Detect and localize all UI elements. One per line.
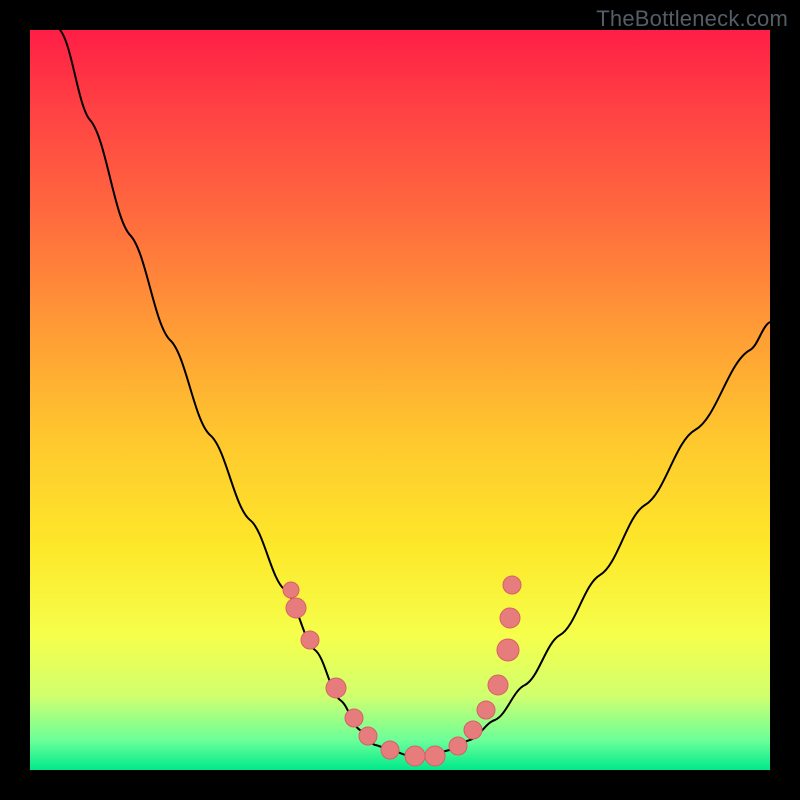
highlight-dot — [326, 678, 346, 698]
highlight-dot — [488, 675, 508, 695]
highlight-dot — [464, 721, 482, 739]
highlight-dot — [381, 741, 399, 759]
highlight-dot — [503, 576, 521, 594]
highlight-dot — [405, 746, 425, 766]
highlight-dot — [345, 709, 363, 727]
highlight-dot — [359, 727, 377, 745]
curve-left-branch — [60, 30, 390, 750]
highlight-dots-group — [283, 576, 521, 766]
highlight-dot — [500, 608, 520, 628]
highlight-dot — [425, 746, 445, 766]
watermark-text: TheBottleneck.com — [596, 6, 788, 32]
highlight-dot — [449, 737, 467, 755]
highlight-dot — [286, 598, 306, 618]
highlight-dot — [301, 631, 319, 649]
bottleneck-curve-chart — [30, 30, 770, 770]
highlight-dot — [477, 701, 495, 719]
highlight-dot — [283, 582, 299, 598]
highlight-dot — [497, 639, 519, 661]
